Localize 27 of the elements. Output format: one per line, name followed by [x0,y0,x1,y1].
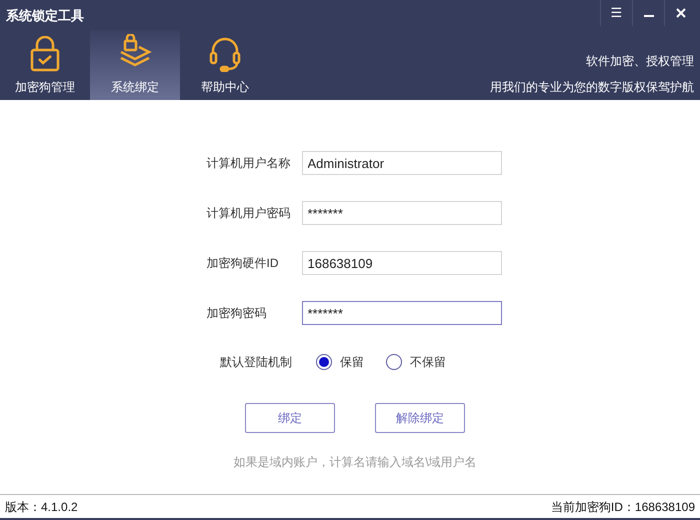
close-icon [676,8,686,18]
input-field[interactable]: ******* [302,301,502,325]
window-title: 系统锁定工具 [5,7,84,25]
input-field[interactable]: 168638109 [302,251,502,275]
padlock-check-icon [29,36,61,72]
slogan-text: 软件加密、授权管理 [586,53,694,70]
nav-tab[interactable]: 帮助中心 [180,30,270,100]
field-label: 默认登陆机制 [220,354,293,371]
field-label: 计算机用户密码 [206,205,292,222]
input-field[interactable]: Administrator [302,151,502,175]
headset-icon [208,36,242,72]
slogan-text: 用我们的专业为您的数字版权保驾护航 [490,79,694,96]
action-button[interactable]: 解除绑定 [375,403,465,433]
field-label: 加密狗硬件ID [206,255,280,272]
radio-option[interactable]: 保留 [316,353,364,371]
minimize-icon [644,15,654,17]
field-label: 加密狗密码 [206,305,268,322]
nav-tab[interactable]: 系统绑定 [90,30,180,100]
action-button[interactable]: 绑定 [245,403,335,433]
dongle-id-text: 当前加密狗ID：168638109 [550,498,695,516]
input-field[interactable]: ******* [302,201,502,225]
version-text: 版本：4.1.0.2 [5,498,78,516]
nav-tab[interactable]: 加密狗管理 [0,30,90,100]
hint-text: 如果是域内账户，计算名请输入域名\域用户名 [233,454,477,471]
radio-option[interactable]: 不保留 [386,353,446,371]
menu-button[interactable]: ☰ [600,0,632,26]
field-label: 计算机用户名称 [206,155,292,172]
